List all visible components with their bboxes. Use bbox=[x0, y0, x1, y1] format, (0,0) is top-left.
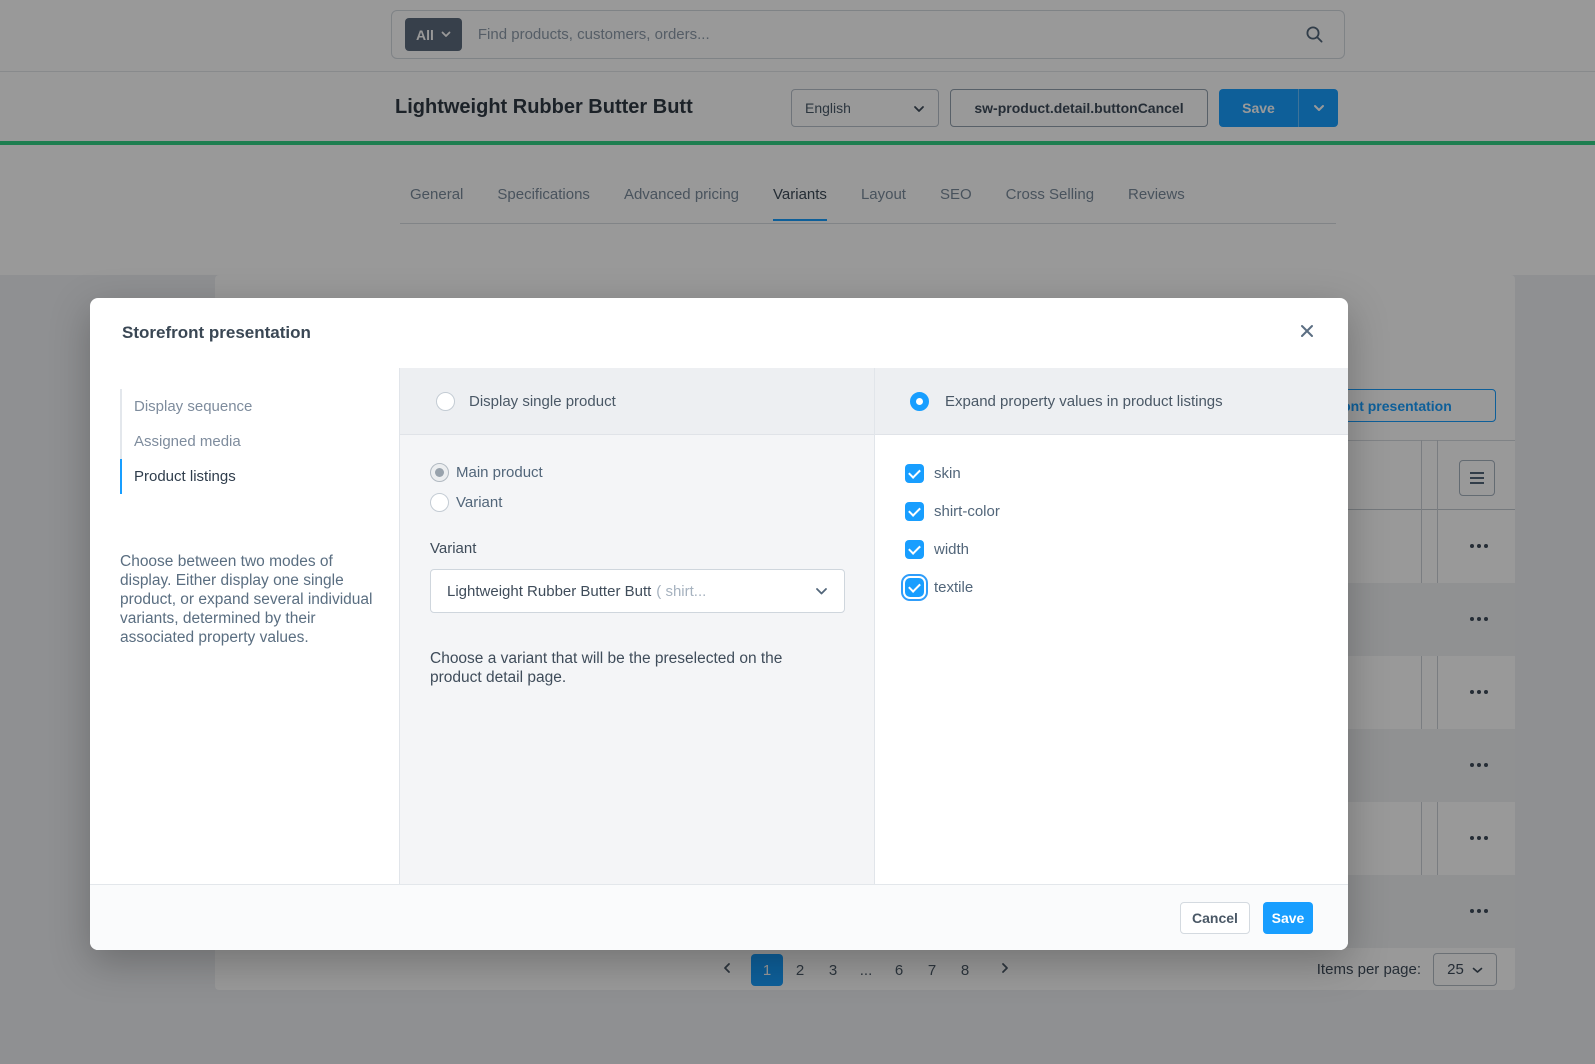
single-product-mode-label: Display single product bbox=[469, 393, 616, 410]
checkbox-checked-focused-icon[interactable] bbox=[905, 578, 924, 597]
mode-description: Choose between two modes of display. Eit… bbox=[120, 552, 384, 647]
shopware-admin-app: All Lightweight Rubber Butter Butt Engli… bbox=[0, 0, 1595, 1064]
checkbox-checked-icon[interactable] bbox=[905, 540, 924, 559]
variant-select-value: Lightweight Rubber Butter Butt bbox=[447, 583, 651, 600]
expand-properties-mode-column: Expand property values in product listin… bbox=[875, 368, 1348, 884]
property-option-textile[interactable]: textile bbox=[905, 578, 1318, 597]
modal-title: Storefront presentation bbox=[122, 323, 311, 343]
variant-field-label: Variant bbox=[430, 540, 844, 557]
variant-help-text: Choose a variant that will be the presel… bbox=[430, 649, 830, 687]
expand-properties-mode-label: Expand property values in product listin… bbox=[945, 393, 1223, 410]
variant-select-value-muted: ( shirt... bbox=[656, 583, 706, 600]
storefront-presentation-modal: Storefront presentation Display sequence… bbox=[90, 298, 1348, 950]
modal-save-button[interactable]: Save bbox=[1263, 902, 1313, 934]
close-icon bbox=[1300, 324, 1314, 343]
property-label: width bbox=[934, 541, 969, 558]
modal-body: Display sequence Assigned media Product … bbox=[90, 368, 1348, 884]
expand-properties-mode-header[interactable]: Expand property values in product listin… bbox=[875, 368, 1348, 435]
single-product-mode-body: Main product Variant Variant Lightweight… bbox=[400, 435, 874, 884]
property-label: shirt-color bbox=[934, 503, 1000, 520]
chevron-down-icon bbox=[815, 587, 828, 596]
modal-header: Storefront presentation bbox=[90, 298, 1348, 368]
variant-radio[interactable] bbox=[430, 493, 449, 512]
variant-option[interactable]: Variant bbox=[430, 493, 844, 512]
modal-cancel-button[interactable]: Cancel bbox=[1180, 902, 1250, 934]
nav-item-product-listings[interactable]: Product listings bbox=[120, 459, 370, 494]
variant-select[interactable]: Lightweight Rubber Butter Butt ( shirt..… bbox=[430, 569, 845, 613]
main-product-radio[interactable] bbox=[430, 463, 449, 482]
expand-properties-radio[interactable] bbox=[910, 392, 929, 411]
property-option-shirt-color[interactable]: shirt-color bbox=[905, 502, 1318, 521]
modal-sidebar: Display sequence Assigned media Product … bbox=[90, 368, 400, 884]
modal-nav: Display sequence Assigned media Product … bbox=[120, 389, 370, 494]
property-label: textile bbox=[934, 579, 973, 596]
checkbox-checked-icon[interactable] bbox=[905, 502, 924, 521]
nav-item-assigned-media[interactable]: Assigned media bbox=[120, 424, 370, 459]
checkbox-checked-icon[interactable] bbox=[905, 464, 924, 483]
single-product-mode-column: Display single product Main product Vari… bbox=[400, 368, 875, 884]
expand-properties-body: skin shirt-color width textile bbox=[875, 435, 1348, 884]
property-label: skin bbox=[934, 465, 961, 482]
property-option-skin[interactable]: skin bbox=[905, 464, 1318, 483]
variant-radio-label: Variant bbox=[456, 494, 502, 511]
property-option-width[interactable]: width bbox=[905, 540, 1318, 559]
display-single-product-radio[interactable] bbox=[436, 392, 455, 411]
main-product-label: Main product bbox=[456, 464, 543, 481]
nav-item-display-sequence[interactable]: Display sequence bbox=[120, 389, 370, 424]
main-product-option[interactable]: Main product bbox=[430, 463, 844, 482]
modal-close-button[interactable] bbox=[1294, 320, 1320, 346]
modal-footer: Cancel Save bbox=[90, 884, 1348, 950]
single-product-mode-header[interactable]: Display single product bbox=[400, 368, 874, 435]
